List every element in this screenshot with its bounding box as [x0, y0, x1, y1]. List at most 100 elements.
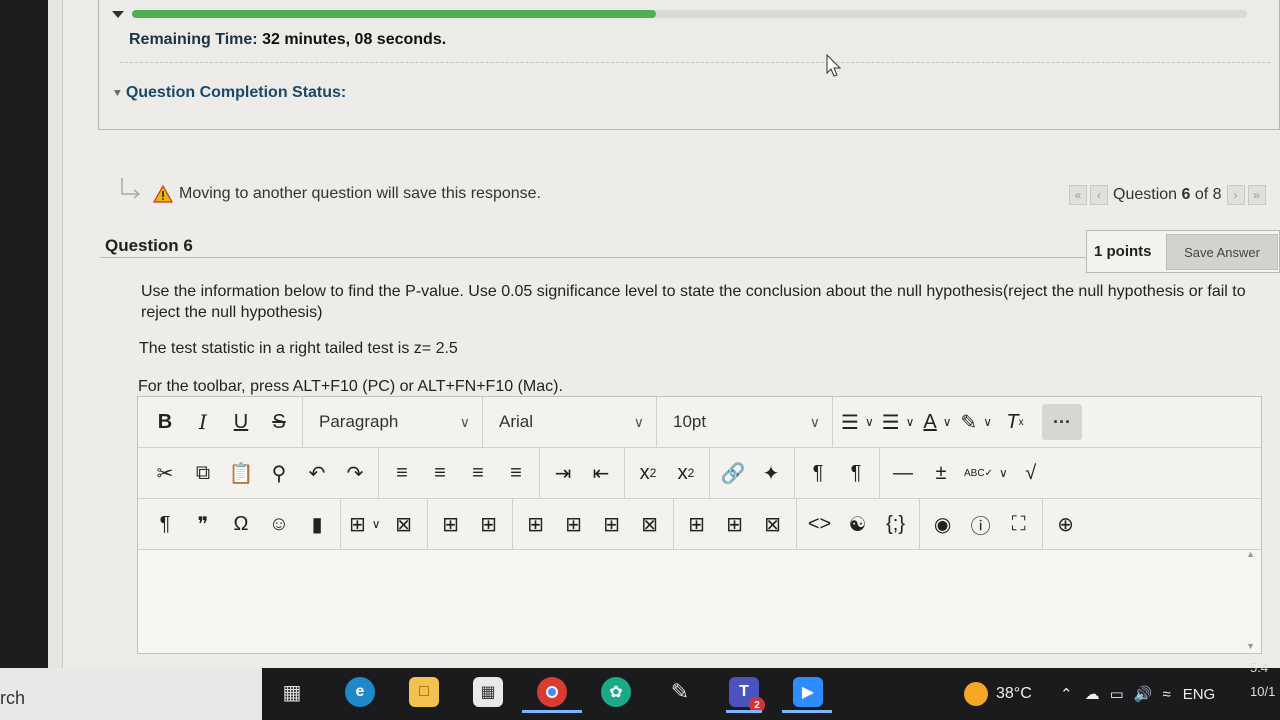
insert-table-icon[interactable]: ⊞ ∨: [345, 506, 385, 542]
bookmark-icon[interactable]: ▮: [298, 506, 336, 542]
font-family-select[interactable]: Arial ∨: [483, 397, 657, 447]
fullscreen-icon[interactable]: ⛶: [1000, 506, 1038, 542]
clear-formatting-button[interactable]: Tx: [996, 404, 1034, 440]
paragraph-mark-icon[interactable]: ¶: [146, 506, 184, 542]
taskbar-search[interactable]: rch: [0, 668, 262, 720]
subscript-icon[interactable]: x2: [667, 455, 705, 491]
cloud-icon[interactable]: ☁: [1085, 685, 1100, 703]
remaining-time-value: 32 minutes, 08 seconds.: [262, 31, 447, 48]
strikethrough-button[interactable]: S: [260, 404, 298, 440]
bullet-list-button[interactable]: ☰ ∨: [837, 404, 878, 440]
weather-widget[interactable]: 38°C: [964, 668, 1032, 720]
table-row-before-icon[interactable]: ⊞: [432, 506, 470, 542]
question-position: Question 6 of 8: [1113, 186, 1222, 204]
outdent-icon[interactable]: ⇤: [582, 455, 620, 491]
remove-link-icon[interactable]: ✦: [752, 455, 790, 491]
code-block-icon[interactable]: {;}: [877, 506, 915, 542]
teams-active-indicator: [726, 710, 762, 713]
more-options-button[interactable]: ···: [1042, 404, 1083, 440]
redo-icon[interactable]: ↷: [336, 455, 374, 491]
highlight-color-button[interactable]: ✎ ∨: [956, 404, 996, 440]
indent-icon[interactable]: ⇥: [544, 455, 582, 491]
source-code-icon[interactable]: <>: [801, 506, 839, 542]
question-text: Use the information below to find the P-…: [141, 283, 1246, 321]
language-indicator[interactable]: ENG: [1183, 686, 1216, 703]
save-answer-button[interactable]: Save Answer: [1166, 234, 1278, 270]
table-column-after-icon[interactable]: ⊞: [555, 506, 593, 542]
help-icon[interactable]: ⓘ: [962, 506, 1000, 542]
toolbar-row-1: B I U S Paragraph ∨ Arial ∨ 10pt ∨ ☰ ∨ ☰ ∨ A ∨…: [138, 397, 1261, 448]
table-insert-icon[interactable]: ⊞: [593, 506, 631, 542]
pen-app-icon[interactable]: ✎: [658, 672, 702, 712]
find-icon[interactable]: ⚲: [260, 455, 298, 491]
rich-text-editor: B I U S Paragraph ∨ Arial ∨ 10pt ∨ ☰ ∨ ☰ ∨ A ∨…: [137, 396, 1262, 654]
brain-app-icon[interactable]: ✿: [594, 672, 638, 712]
align-right-icon[interactable]: ≡: [459, 455, 497, 491]
rtl-icon[interactable]: ¶: [837, 455, 875, 491]
chevron-up-icon[interactable]: ⌃: [1060, 685, 1073, 703]
scroll-up-icon[interactable]: ▲: [1246, 549, 1255, 559]
paste-icon[interactable]: 📋: [222, 455, 260, 491]
edge-browser-icon[interactable]: e: [338, 672, 382, 712]
ltr-icon[interactable]: ¶: [799, 455, 837, 491]
editor-content-area[interactable]: [138, 550, 1261, 653]
store-icon[interactable]: ▦: [466, 672, 510, 712]
emoticon-icon[interactable]: ☺: [260, 506, 298, 542]
block-format-select[interactable]: Paragraph ∨: [303, 397, 483, 447]
question-completion-status-label: Question Completion Status:: [125, 84, 347, 101]
clock-date: 10/1: [1250, 684, 1276, 699]
question-position-total: of 8: [1190, 186, 1222, 203]
collapse-progress-icon[interactable]: [112, 11, 124, 18]
table-split-icon[interactable]: ⊞: [716, 506, 754, 542]
italic-button[interactable]: I: [184, 404, 222, 440]
table-row-after-icon[interactable]: ⊞: [470, 506, 508, 542]
zoom-icon[interactable]: ▶: [786, 672, 830, 712]
task-view-icon[interactable]: ▦: [270, 672, 314, 712]
divider: [120, 62, 1270, 63]
table-column-before-icon[interactable]: ⊞: [517, 506, 555, 542]
copy-icon[interactable]: ⧉: [184, 455, 222, 491]
chevron-down-icon: ∨: [809, 413, 820, 430]
first-question-button[interactable]: «: [1069, 185, 1087, 205]
clock[interactable]: 5:4 10/1: [1250, 656, 1275, 704]
table-remove-icon[interactable]: ⊠: [754, 506, 792, 542]
undo-icon[interactable]: ↶: [298, 455, 336, 491]
scroll-down-icon[interactable]: ▼: [1246, 641, 1255, 651]
align-left-icon[interactable]: ≡: [383, 455, 421, 491]
delete-table-icon[interactable]: ⊠: [385, 506, 423, 542]
font-size-select[interactable]: 10pt ∨: [657, 397, 833, 447]
wifi-icon[interactable]: ≈: [1162, 686, 1170, 703]
question-completion-status-toggle[interactable]: ⯆ Question Completion Status:: [113, 84, 346, 102]
bold-button[interactable]: B: [146, 404, 184, 440]
special-character-icon[interactable]: Ω: [222, 506, 260, 542]
math-equation-icon[interactable]: √: [1012, 455, 1050, 491]
last-question-button[interactable]: »: [1247, 185, 1266, 205]
blockquote-icon[interactable]: ❞: [184, 506, 222, 542]
cut-icon[interactable]: ✂: [146, 455, 184, 491]
add-content-icon[interactable]: ⊕: [1047, 506, 1085, 542]
superscript-icon[interactable]: x2: [629, 455, 667, 491]
preview-eye-icon[interactable]: ◉: [924, 506, 962, 542]
chrome-icon[interactable]: [530, 672, 574, 712]
table-merge-icon[interactable]: ⊞: [678, 506, 716, 542]
justify-icon[interactable]: ≡: [497, 455, 535, 491]
underline-button[interactable]: U: [222, 404, 260, 440]
plus-minus-icon[interactable]: ±: [922, 455, 960, 491]
table-delete-column-icon[interactable]: ⊠: [631, 506, 669, 542]
next-question-button[interactable]: ›: [1226, 185, 1245, 205]
spellcheck-icon[interactable]: ABC✓ ∨: [960, 455, 1012, 491]
accessibility-icon[interactable]: ☯: [839, 506, 877, 542]
horizontal-line-icon[interactable]: —: [884, 455, 922, 491]
battery-icon[interactable]: ▭: [1110, 685, 1124, 703]
insert-link-icon[interactable]: 🔗: [714, 455, 752, 491]
numbered-list-button[interactable]: ☰ ∨: [878, 404, 919, 440]
teams-icon[interactable]: T2: [722, 672, 766, 713]
text-color-button[interactable]: A ∨: [918, 404, 956, 440]
chevron-down-icon: ⯆: [113, 88, 122, 100]
previous-question-button[interactable]: ‹: [1090, 185, 1108, 205]
question-points: 1 points: [1094, 243, 1152, 260]
align-center-icon[interactable]: ≡: [421, 455, 459, 491]
file-explorer-icon[interactable]: □: [402, 672, 446, 712]
volume-icon[interactable]: 🔊: [1134, 685, 1153, 703]
system-tray: ⌃ ☁ ▭ 🔊 ≈ ENG: [1060, 668, 1215, 720]
